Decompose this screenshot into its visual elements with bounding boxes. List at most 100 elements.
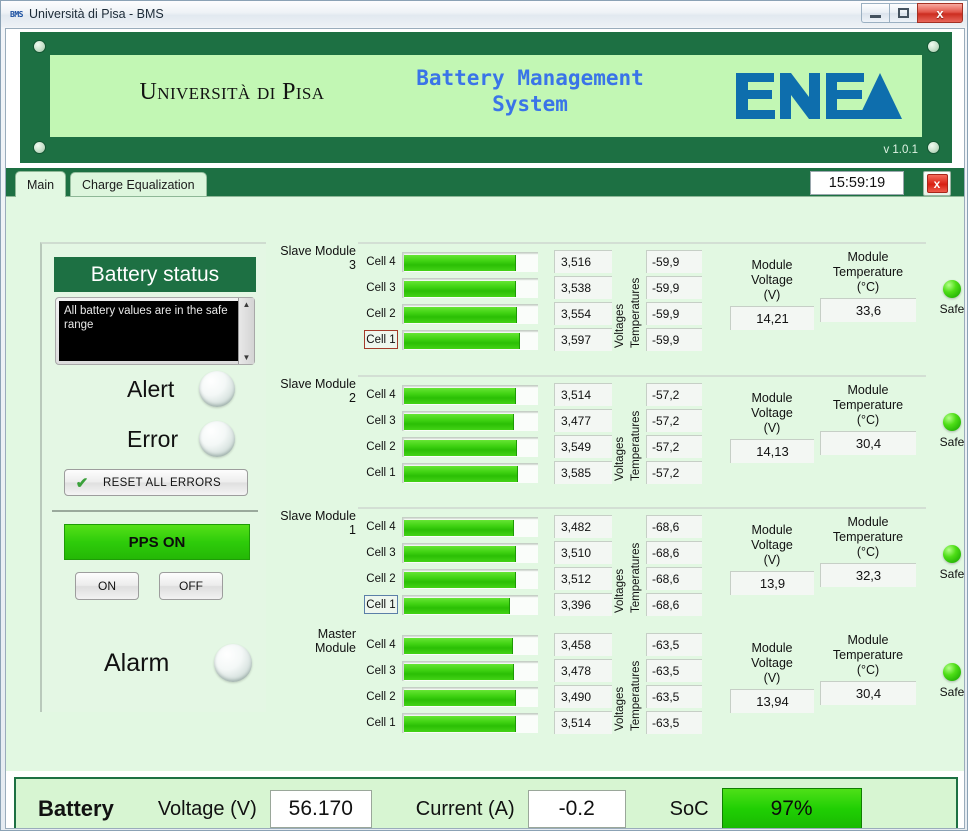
tab-main[interactable]: Main (15, 171, 67, 197)
pps-off-button[interactable]: OFF (159, 572, 223, 600)
module-status-block: Safe (926, 413, 964, 449)
cell-bar-list: Cell 4 Cell 3 Cell 2 Cell 1 (364, 633, 542, 737)
status-lamp-icon (943, 280, 961, 298)
module-temperature-block: Module Temperature (°C) 32,3 (820, 515, 916, 587)
cell-label[interactable]: Cell 2 (364, 569, 398, 588)
cell-temperature-column: -59,9 -59,9 -59,9 -59,9 (646, 250, 702, 354)
module-status-block: Safe (926, 663, 964, 699)
alert-indicator-row: Alert (127, 371, 235, 407)
cell-label[interactable]: Cell 3 (364, 278, 398, 297)
cell-label[interactable]: Cell 2 (364, 304, 398, 323)
cell-temperature-value: -59,9 (646, 328, 702, 351)
cell-label[interactable]: Cell 3 (364, 661, 398, 680)
cell-row: Cell 2 (364, 685, 542, 708)
module-temperature-value: 30,4 (820, 431, 916, 455)
cell-voltage-bar (402, 329, 538, 350)
screw-icon (34, 41, 45, 52)
current-label: Current (A) (415, 797, 515, 820)
cell-row: Cell 4 (364, 383, 542, 406)
maximize-button[interactable] (889, 3, 917, 23)
module-voltage-block: Module Voltage (V) 14,21 (730, 258, 814, 330)
module-name: Slave Module 3 (280, 244, 356, 272)
soc-value: 97% (721, 788, 862, 828)
module-temperature-block: Module Temperature (°C) 30,4 (820, 383, 916, 455)
cell-label[interactable]: Cell 2 (364, 437, 398, 456)
cell-voltage-value: 3,514 (554, 711, 612, 734)
module-voltage-label: Module Voltage (V) (751, 258, 793, 302)
cell-voltage-value: 3,516 (554, 250, 612, 273)
cell-bar-list: Cell 4 Cell 3 Cell 2 Cell 1 (364, 250, 542, 354)
cell-bar-list: Cell 4 Cell 3 Cell 2 Cell 1 (364, 383, 542, 487)
cell-label[interactable]: Cell 4 (364, 385, 398, 404)
scroll-down-icon[interactable]: ▼ (239, 351, 254, 364)
cell-label[interactable]: Cell 2 (364, 687, 398, 706)
cell-voltage-value: 3,396 (554, 593, 612, 616)
cell-label[interactable]: Cell 1 (364, 713, 398, 732)
cell-label[interactable]: Cell 1 (364, 330, 398, 349)
temperatures-axis-label: Temperatures (630, 542, 642, 613)
module-temperature-value: 32,3 (820, 563, 916, 587)
cell-row: Cell 1 (364, 328, 542, 351)
cell-voltage-bar (402, 516, 538, 537)
reset-all-errors-button[interactable]: ✔ RESET ALL ERRORS (64, 469, 248, 496)
screw-icon (928, 142, 939, 153)
module-status-block: Safe (926, 545, 964, 581)
cell-voltage-value: 3,538 (554, 276, 612, 299)
cell-temperature-value: -63,5 (646, 659, 702, 682)
cell-temperature-value: -59,9 (646, 250, 702, 273)
error-lamp (199, 421, 235, 457)
window-close-button[interactable]: x (917, 3, 963, 23)
check-icon: ✔ (75, 474, 89, 492)
cell-temperature-column: -57,2 -57,2 -57,2 -57,2 (646, 383, 702, 487)
cell-temperature-value: -68,6 (646, 593, 702, 616)
temperatures-axis-label: Temperatures (630, 277, 642, 348)
cell-voltage-value: 3,490 (554, 685, 612, 708)
cell-voltage-value: 3,482 (554, 515, 612, 538)
minimize-button[interactable] (861, 3, 889, 23)
battery-summary-bar: Battery Voltage (V) 56.170 Current (A) -… (14, 777, 958, 828)
module-panel: Master Module Cell 4 Cell 3 Cell 2 Cell 1 3,4… (315, 627, 964, 745)
cell-row: Cell 2 (364, 302, 542, 325)
cell-label[interactable]: Cell 1 (364, 595, 398, 614)
cell-voltage-value: 3,597 (554, 328, 612, 351)
module-name: Slave Module 2 (280, 377, 356, 405)
module-voltage-value: 14,21 (730, 306, 814, 330)
tab-charge-equalization[interactable]: Charge Equalization (70, 172, 207, 197)
cell-label[interactable]: Cell 3 (364, 543, 398, 562)
cell-temperature-value: -68,6 (646, 567, 702, 590)
cell-row: Cell 1 (364, 593, 542, 616)
cell-label[interactable]: Cell 4 (364, 252, 398, 271)
window-titlebar: BMS Università di Pisa - BMS x (1, 1, 967, 27)
university-logo-text: Università di Pisa (139, 79, 325, 105)
voltage-value: 56.170 (269, 790, 372, 828)
cell-temperature-value: -57,2 (646, 409, 702, 432)
status-scrollbar[interactable]: ▲ ▼ (238, 298, 254, 364)
cell-row: Cell 1 (364, 711, 542, 734)
cell-temperature-value: -63,5 (646, 711, 702, 734)
app-title: Battery Management System (416, 66, 644, 116)
pps-on-button[interactable]: ON (75, 572, 139, 600)
cell-voltage-value: 3,554 (554, 302, 612, 325)
pps-status-indicator: PPS ON (64, 524, 250, 560)
cell-row: Cell 1 (364, 461, 542, 484)
module-voltage-block: Module Voltage (V) 13,94 (730, 641, 814, 713)
minimize-icon (870, 14, 881, 18)
status-lamp-icon (943, 413, 961, 431)
app-root: Università di Pisa Battery Management Sy… (5, 28, 965, 829)
close-app-button[interactable]: x (923, 171, 951, 196)
cell-row: Cell 3 (364, 659, 542, 682)
alert-lamp (199, 371, 235, 407)
cell-voltage-value: 3,477 (554, 409, 612, 432)
cell-voltage-bar (402, 436, 538, 457)
cell-label[interactable]: Cell 4 (364, 635, 398, 654)
cell-label[interactable]: Cell 1 (364, 463, 398, 482)
scroll-up-icon[interactable]: ▲ (239, 298, 254, 311)
cell-label[interactable]: Cell 4 (364, 517, 398, 536)
status-message-box: All battery values are in the safe range… (55, 297, 255, 365)
cell-voltage-column: 3,514 3,477 3,549 3,585 (554, 383, 612, 487)
voltages-axis-label: Voltages (614, 686, 626, 731)
cell-row: Cell 4 (364, 633, 542, 656)
cell-label[interactable]: Cell 3 (364, 411, 398, 430)
cell-temperature-value: -63,5 (646, 685, 702, 708)
temperatures-axis-label: Temperatures (630, 410, 642, 481)
